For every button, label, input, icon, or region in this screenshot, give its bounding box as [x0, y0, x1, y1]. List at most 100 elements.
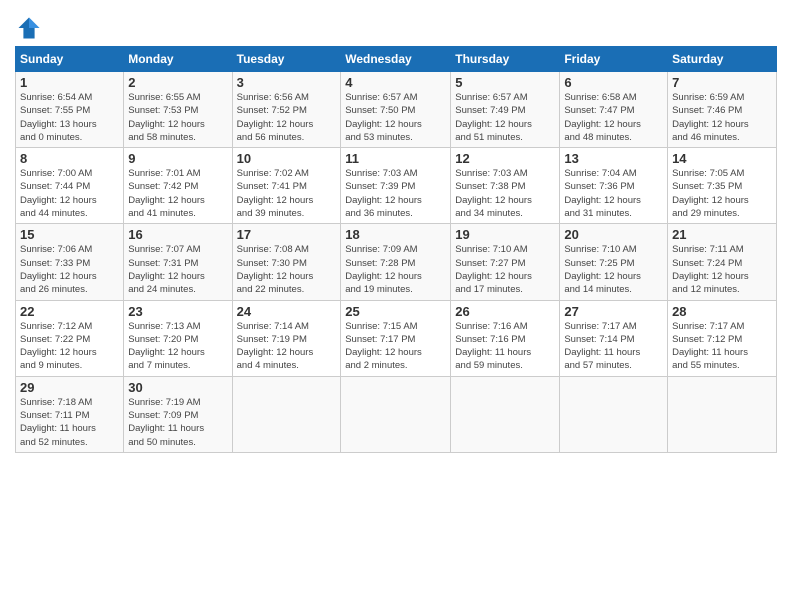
- day-info: Sunrise: 7:10 AMSunset: 7:27 PMDaylight:…: [455, 243, 555, 296]
- day-number: 3: [237, 75, 337, 90]
- logo: [15, 14, 45, 42]
- week-row-2: 8Sunrise: 7:00 AMSunset: 7:44 PMDaylight…: [16, 148, 777, 224]
- calendar-cell: 14Sunrise: 7:05 AMSunset: 7:35 PMDayligh…: [668, 148, 777, 224]
- day-number: 21: [672, 227, 772, 242]
- day-info: Sunrise: 7:13 AMSunset: 7:20 PMDaylight:…: [128, 320, 227, 373]
- day-info: Sunrise: 6:56 AMSunset: 7:52 PMDaylight:…: [237, 91, 337, 144]
- calendar-cell: 21Sunrise: 7:11 AMSunset: 7:24 PMDayligh…: [668, 224, 777, 300]
- day-info: Sunrise: 7:14 AMSunset: 7:19 PMDaylight:…: [237, 320, 337, 373]
- day-number: 5: [455, 75, 555, 90]
- day-info: Sunrise: 7:05 AMSunset: 7:35 PMDaylight:…: [672, 167, 772, 220]
- day-number: 8: [20, 151, 119, 166]
- week-row-4: 22Sunrise: 7:12 AMSunset: 7:22 PMDayligh…: [16, 300, 777, 376]
- day-number: 26: [455, 304, 555, 319]
- day-number: 2: [128, 75, 227, 90]
- day-number: 6: [564, 75, 663, 90]
- calendar-cell: 22Sunrise: 7:12 AMSunset: 7:22 PMDayligh…: [16, 300, 124, 376]
- day-info: Sunrise: 6:57 AMSunset: 7:49 PMDaylight:…: [455, 91, 555, 144]
- day-info: Sunrise: 7:02 AMSunset: 7:41 PMDaylight:…: [237, 167, 337, 220]
- weekday-header-wednesday: Wednesday: [341, 47, 451, 72]
- calendar-cell: 11Sunrise: 7:03 AMSunset: 7:39 PMDayligh…: [341, 148, 451, 224]
- day-number: 28: [672, 304, 772, 319]
- calendar-cell: 25Sunrise: 7:15 AMSunset: 7:17 PMDayligh…: [341, 300, 451, 376]
- calendar-table: SundayMondayTuesdayWednesdayThursdayFrid…: [15, 46, 777, 453]
- day-info: Sunrise: 7:17 AMSunset: 7:14 PMDaylight:…: [564, 320, 663, 373]
- page-container: SundayMondayTuesdayWednesdayThursdayFrid…: [0, 0, 792, 463]
- day-number: 17: [237, 227, 337, 242]
- calendar-cell: 17Sunrise: 7:08 AMSunset: 7:30 PMDayligh…: [232, 224, 341, 300]
- weekday-header-thursday: Thursday: [451, 47, 560, 72]
- day-number: 9: [128, 151, 227, 166]
- calendar-cell: 16Sunrise: 7:07 AMSunset: 7:31 PMDayligh…: [124, 224, 232, 300]
- calendar-cell: 23Sunrise: 7:13 AMSunset: 7:20 PMDayligh…: [124, 300, 232, 376]
- calendar-cell: 4Sunrise: 6:57 AMSunset: 7:50 PMDaylight…: [341, 72, 451, 148]
- day-info: Sunrise: 7:06 AMSunset: 7:33 PMDaylight:…: [20, 243, 119, 296]
- day-number: 27: [564, 304, 663, 319]
- day-number: 4: [345, 75, 446, 90]
- calendar-cell: [668, 376, 777, 452]
- logo-icon: [15, 14, 43, 42]
- day-number: 14: [672, 151, 772, 166]
- calendar-cell: 6Sunrise: 6:58 AMSunset: 7:47 PMDaylight…: [560, 72, 668, 148]
- day-info: Sunrise: 7:08 AMSunset: 7:30 PMDaylight:…: [237, 243, 337, 296]
- day-info: Sunrise: 7:03 AMSunset: 7:38 PMDaylight:…: [455, 167, 555, 220]
- day-info: Sunrise: 7:19 AMSunset: 7:09 PMDaylight:…: [128, 396, 227, 449]
- day-info: Sunrise: 6:58 AMSunset: 7:47 PMDaylight:…: [564, 91, 663, 144]
- day-number: 25: [345, 304, 446, 319]
- calendar-cell: 24Sunrise: 7:14 AMSunset: 7:19 PMDayligh…: [232, 300, 341, 376]
- day-number: 30: [128, 380, 227, 395]
- calendar-cell: 15Sunrise: 7:06 AMSunset: 7:33 PMDayligh…: [16, 224, 124, 300]
- day-number: 23: [128, 304, 227, 319]
- day-info: Sunrise: 7:17 AMSunset: 7:12 PMDaylight:…: [672, 320, 772, 373]
- day-number: 18: [345, 227, 446, 242]
- calendar-cell: 18Sunrise: 7:09 AMSunset: 7:28 PMDayligh…: [341, 224, 451, 300]
- day-number: 1: [20, 75, 119, 90]
- day-info: Sunrise: 6:59 AMSunset: 7:46 PMDaylight:…: [672, 91, 772, 144]
- day-number: 20: [564, 227, 663, 242]
- day-info: Sunrise: 7:09 AMSunset: 7:28 PMDaylight:…: [345, 243, 446, 296]
- day-number: 29: [20, 380, 119, 395]
- calendar-cell: 30Sunrise: 7:19 AMSunset: 7:09 PMDayligh…: [124, 376, 232, 452]
- day-info: Sunrise: 7:12 AMSunset: 7:22 PMDaylight:…: [20, 320, 119, 373]
- calendar-cell: 26Sunrise: 7:16 AMSunset: 7:16 PMDayligh…: [451, 300, 560, 376]
- weekday-header-row: SundayMondayTuesdayWednesdayThursdayFrid…: [16, 47, 777, 72]
- week-row-1: 1Sunrise: 6:54 AMSunset: 7:55 PMDaylight…: [16, 72, 777, 148]
- calendar-cell: 27Sunrise: 7:17 AMSunset: 7:14 PMDayligh…: [560, 300, 668, 376]
- day-number: 19: [455, 227, 555, 242]
- calendar-cell: 13Sunrise: 7:04 AMSunset: 7:36 PMDayligh…: [560, 148, 668, 224]
- calendar-cell: [451, 376, 560, 452]
- day-info: Sunrise: 6:57 AMSunset: 7:50 PMDaylight:…: [345, 91, 446, 144]
- header: [15, 10, 777, 42]
- day-number: 16: [128, 227, 227, 242]
- day-info: Sunrise: 7:15 AMSunset: 7:17 PMDaylight:…: [345, 320, 446, 373]
- day-info: Sunrise: 7:01 AMSunset: 7:42 PMDaylight:…: [128, 167, 227, 220]
- day-info: Sunrise: 7:16 AMSunset: 7:16 PMDaylight:…: [455, 320, 555, 373]
- day-info: Sunrise: 6:54 AMSunset: 7:55 PMDaylight:…: [20, 91, 119, 144]
- week-row-3: 15Sunrise: 7:06 AMSunset: 7:33 PMDayligh…: [16, 224, 777, 300]
- calendar-cell: 10Sunrise: 7:02 AMSunset: 7:41 PMDayligh…: [232, 148, 341, 224]
- day-number: 24: [237, 304, 337, 319]
- day-info: Sunrise: 7:03 AMSunset: 7:39 PMDaylight:…: [345, 167, 446, 220]
- calendar-cell: 20Sunrise: 7:10 AMSunset: 7:25 PMDayligh…: [560, 224, 668, 300]
- day-number: 7: [672, 75, 772, 90]
- calendar-cell: 19Sunrise: 7:10 AMSunset: 7:27 PMDayligh…: [451, 224, 560, 300]
- day-info: Sunrise: 7:00 AMSunset: 7:44 PMDaylight:…: [20, 167, 119, 220]
- day-info: Sunrise: 7:04 AMSunset: 7:36 PMDaylight:…: [564, 167, 663, 220]
- calendar-cell: [560, 376, 668, 452]
- day-info: Sunrise: 7:18 AMSunset: 7:11 PMDaylight:…: [20, 396, 119, 449]
- day-number: 10: [237, 151, 337, 166]
- weekday-header-monday: Monday: [124, 47, 232, 72]
- calendar-cell: 28Sunrise: 7:17 AMSunset: 7:12 PMDayligh…: [668, 300, 777, 376]
- day-info: Sunrise: 7:11 AMSunset: 7:24 PMDaylight:…: [672, 243, 772, 296]
- calendar-cell: 29Sunrise: 7:18 AMSunset: 7:11 PMDayligh…: [16, 376, 124, 452]
- calendar-cell: 7Sunrise: 6:59 AMSunset: 7:46 PMDaylight…: [668, 72, 777, 148]
- weekday-header-friday: Friday: [560, 47, 668, 72]
- calendar-cell: 3Sunrise: 6:56 AMSunset: 7:52 PMDaylight…: [232, 72, 341, 148]
- calendar-cell: 5Sunrise: 6:57 AMSunset: 7:49 PMDaylight…: [451, 72, 560, 148]
- weekday-header-sunday: Sunday: [16, 47, 124, 72]
- calendar-cell: 9Sunrise: 7:01 AMSunset: 7:42 PMDaylight…: [124, 148, 232, 224]
- day-number: 11: [345, 151, 446, 166]
- calendar-cell: 12Sunrise: 7:03 AMSunset: 7:38 PMDayligh…: [451, 148, 560, 224]
- weekday-header-tuesday: Tuesday: [232, 47, 341, 72]
- day-number: 22: [20, 304, 119, 319]
